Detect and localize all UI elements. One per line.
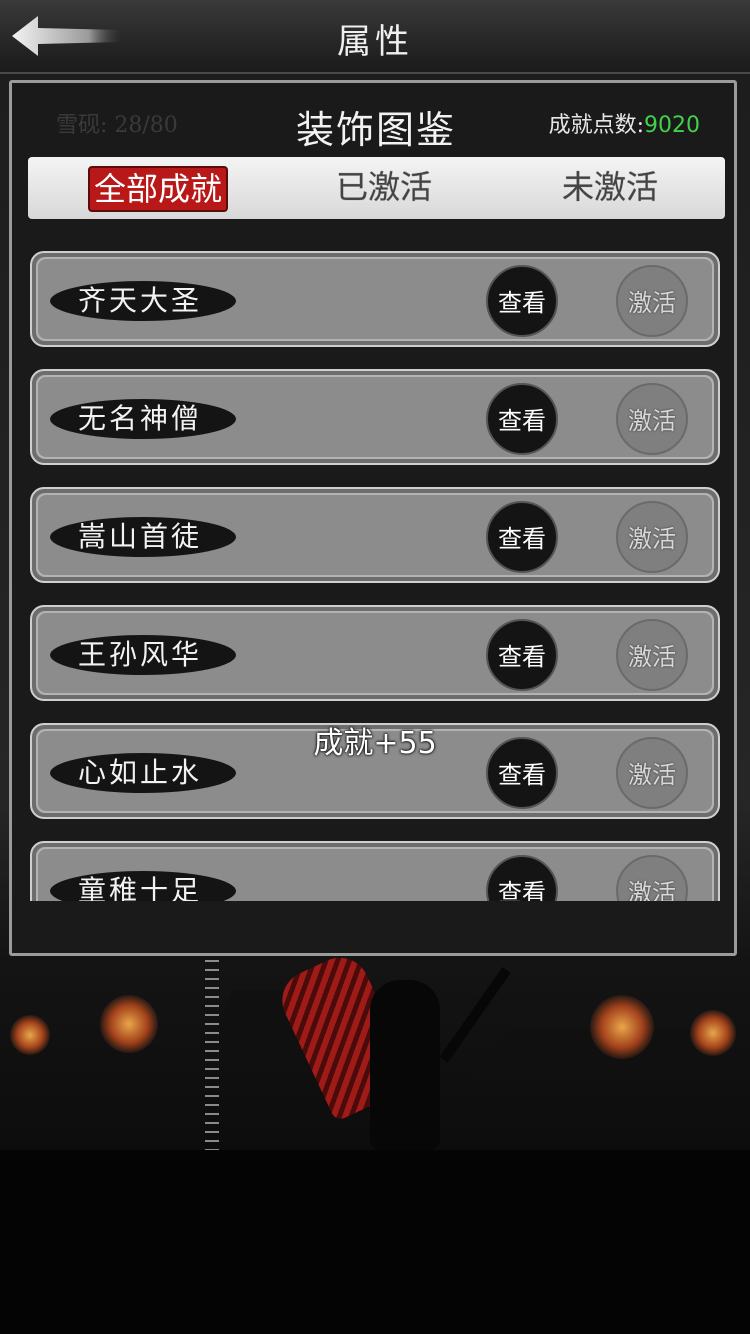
achievement-dialog: 雪砚: 28/80 装饰图鉴 成就点数:9020 全部成就 已激活 未激活 齐天… [9,80,737,956]
list-item: 无名神僧 查看 激活 [30,369,720,465]
achievement-name: 齐天大圣 [78,284,203,317]
tab-all-achievements[interactable]: 全部成就 [88,166,229,212]
list-item: 童稚十足 查看 激活 [30,841,720,901]
tab-not-activated[interactable]: 未激活 [558,166,662,208]
achievement-toast: 成就+55 [313,726,437,761]
lantern [590,995,654,1059]
points-label: 成就点数: [548,113,644,138]
view-button[interactable]: 查看 [486,619,558,691]
view-button[interactable]: 查看 [486,383,558,455]
page-title: 属性 [337,22,413,62]
achievement-list[interactable]: 齐天大圣 查看 激活 无名神僧 查看 激活 嵩山首徒 查看 激活 王孙风华 查看… [12,243,740,901]
lantern [100,995,158,1053]
filter-tabs: 全部成就 已激活 未激活 [28,157,725,219]
lantern [10,1015,50,1055]
activate-button[interactable]: 激活 [616,383,688,455]
achievement-name: 童稚十足 [78,874,203,901]
ground [0,1150,750,1334]
achievement-name: 无名神僧 [78,402,203,435]
list-item: 齐天大圣 查看 激活 [30,251,720,347]
list-item: 嵩山首徒 查看 激活 [30,487,720,583]
view-button[interactable]: 查看 [486,501,558,573]
achievement-name: 嵩山首徒 [78,520,203,553]
view-button[interactable]: 查看 [486,265,558,337]
activate-button[interactable]: 激活 [616,265,688,337]
achievement-name: 王孙风华 [78,638,203,671]
lantern [690,1010,736,1056]
activate-button[interactable]: 激活 [616,619,688,691]
list-item: 王孙风华 查看 激活 [30,605,720,701]
points-value: 9020 [644,113,700,138]
firework-sparks [205,960,219,1150]
tab-activated[interactable]: 已激活 [332,166,436,208]
top-bar: 属性 [0,0,750,74]
warrior-silhouette [370,980,440,1150]
activate-button[interactable]: 激活 [616,501,688,573]
achievement-points: 成就点数:9020 [549,107,700,139]
